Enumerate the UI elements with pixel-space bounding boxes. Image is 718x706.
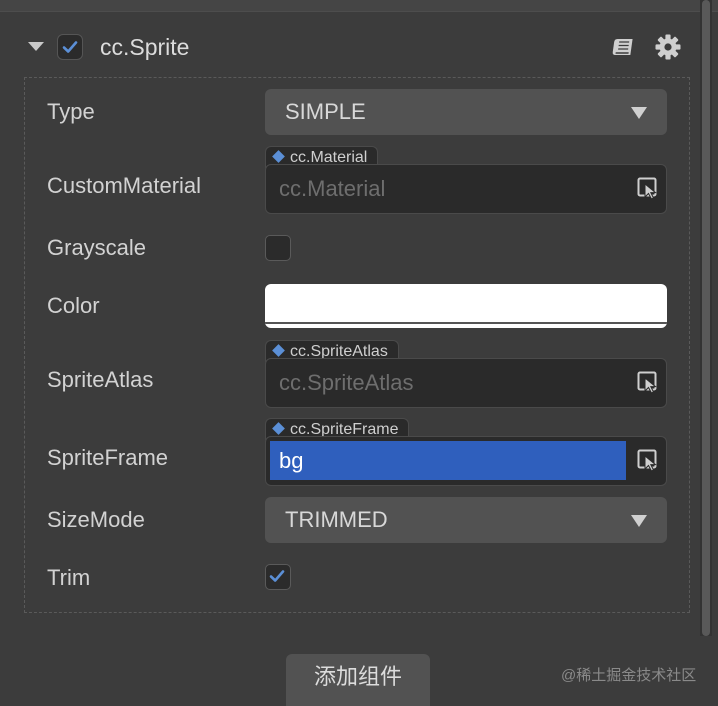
type-value: SIMPLE [285, 99, 366, 124]
sprite-atlas-field[interactable]: cc.SpriteAtlas [265, 358, 667, 408]
book-icon[interactable] [609, 36, 635, 60]
chevron-down-icon[interactable] [28, 42, 44, 51]
dropdown-arrow-icon [631, 515, 647, 527]
size-mode-label: SizeMode [47, 507, 145, 532]
color-swatch[interactable] [265, 284, 667, 328]
asset-picker-icon[interactable] [636, 370, 660, 394]
sprite-atlas-label: SpriteAtlas [47, 367, 154, 392]
asset-type-icon [272, 149, 285, 163]
custom-material-field[interactable]: cc.Material [265, 164, 667, 214]
size-mode-select[interactable]: TRIMMED [265, 497, 667, 543]
divider [0, 11, 718, 12]
asset-type-icon [272, 421, 285, 435]
color-label: Color [47, 293, 100, 318]
grayscale-label: Grayscale [47, 235, 147, 260]
sprite-frame-value-text: bg [279, 448, 304, 473]
custom-material-label: CustomMaterial [47, 173, 202, 198]
trim-label: Trim [47, 565, 91, 590]
custom-material-placeholder: cc.Material [279, 176, 386, 201]
asset-type-icon [272, 343, 285, 357]
gear-icon[interactable] [655, 34, 681, 60]
watermark: @稀土掘金技术社区 [561, 667, 697, 684]
component-title: cc.Sprite [100, 34, 190, 60]
trim-checkbox[interactable] [265, 564, 291, 590]
size-mode-value: TRIMMED [285, 507, 388, 532]
add-component-label: 添加组件 [313, 664, 402, 689]
asset-picker-icon[interactable] [636, 448, 660, 472]
sprite-frame-value[interactable]: bg [270, 441, 626, 480]
add-component-button[interactable]: 添加组件 [286, 654, 430, 706]
checkmark-icon [62, 41, 78, 53]
checkmark-icon [269, 570, 285, 582]
dropdown-arrow-icon [631, 107, 647, 119]
alpha-bar [265, 322, 667, 324]
grayscale-checkbox[interactable] [265, 235, 291, 261]
asset-picker-icon[interactable] [636, 176, 660, 200]
scrollbar-thumb[interactable] [702, 0, 710, 636]
component-enabled-checkbox[interactable] [57, 34, 83, 60]
sprite-atlas-placeholder: cc.SpriteAtlas [279, 370, 414, 395]
sprite-frame-label: SpriteFrame [47, 445, 169, 470]
type-select[interactable]: SIMPLE [265, 89, 667, 135]
top-edge [0, 0, 718, 12]
type-label: Type [47, 99, 95, 124]
